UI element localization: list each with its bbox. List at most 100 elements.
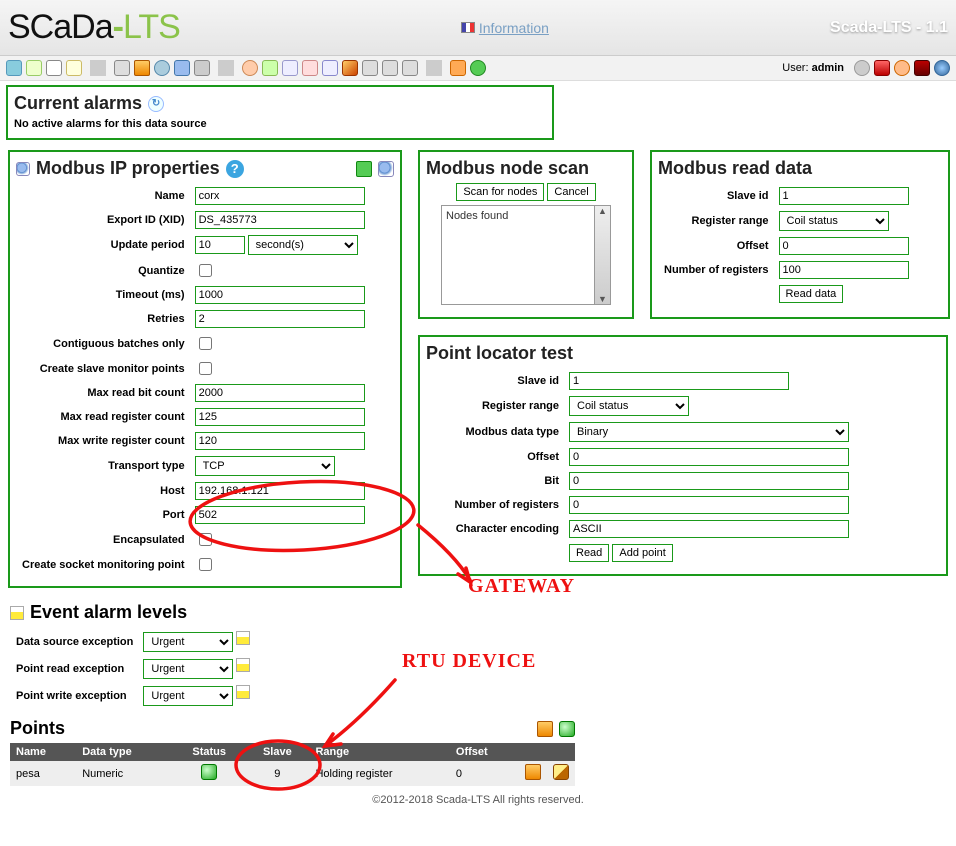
points-section: Points Name Data type Status Slave Range… (10, 718, 950, 786)
information-label: Information (479, 20, 549, 36)
exit-icon[interactable] (450, 60, 466, 76)
add-point-icon[interactable] (559, 721, 575, 737)
csmon-check[interactable] (199, 558, 212, 571)
points-title: Points (10, 718, 65, 739)
logout-icon[interactable] (914, 60, 930, 76)
refresh-icon[interactable] (470, 60, 486, 76)
pt-offset-input[interactable] (569, 448, 849, 466)
toolbar-left (6, 60, 486, 76)
footer-text: ©2012-2018 Scada-LTS All rights reserved… (0, 794, 956, 806)
pt-read-button[interactable]: Read (569, 544, 609, 562)
rd-nreg-input[interactable] (779, 261, 909, 279)
monitor-icon[interactable] (6, 60, 22, 76)
pt-enc-input[interactable] (569, 520, 849, 538)
csmp-check[interactable] (199, 362, 212, 375)
mwreg-label: Max write register count (18, 430, 189, 452)
gear-icon[interactable] (114, 60, 130, 76)
mrreg-input[interactable] (195, 408, 365, 426)
alarms-message: No active alarms for this data source (14, 118, 546, 130)
host-input[interactable] (195, 482, 365, 500)
pt-range-select[interactable]: Coil status (569, 396, 689, 416)
retries-input[interactable] (195, 310, 365, 328)
image-icon[interactable] (26, 60, 42, 76)
pt-slave-input[interactable] (569, 372, 789, 390)
rd-range-select[interactable]: Coil status (779, 211, 889, 231)
rd-slave-input[interactable] (779, 187, 909, 205)
pt-slave-label: Slave id (428, 370, 563, 392)
refresh-alarms-icon[interactable]: ↻ (148, 96, 164, 112)
pt-range-label: Register range (428, 394, 563, 418)
clock-icon[interactable] (154, 60, 170, 76)
flag-icon (236, 685, 250, 699)
nodes-found-text: Nodes found (442, 206, 594, 304)
pt-add-button[interactable]: Add point (612, 544, 672, 562)
col-name: Name (10, 743, 76, 761)
period-unit-select[interactable]: second(s) (248, 235, 358, 255)
xid-input[interactable] (195, 211, 365, 229)
ttype-select[interactable]: TCP (195, 456, 335, 476)
quantize-check[interactable] (199, 264, 212, 277)
disk-save-icon[interactable] (378, 161, 394, 177)
encap-check[interactable] (199, 533, 212, 546)
host-label: Host (18, 480, 189, 502)
form-icon[interactable] (402, 60, 418, 76)
row-copy-icon[interactable] (525, 764, 541, 780)
pt-bit-input[interactable] (569, 472, 849, 490)
profile-icon[interactable] (894, 60, 910, 76)
name-input[interactable] (195, 187, 365, 205)
flag-icon (461, 22, 475, 33)
report-icon[interactable] (382, 60, 398, 76)
node-scan-panel: Modbus node scan Scan for nodes Cancel N… (418, 150, 634, 319)
dse-select[interactable]: Urgent (143, 632, 233, 652)
col-range: Range (309, 743, 449, 761)
scan-nodes-button[interactable]: Scan for nodes (456, 183, 544, 201)
antenna-icon[interactable] (322, 60, 338, 76)
user-icon[interactable] (242, 60, 258, 76)
pt-enc-label: Character encoding (428, 518, 563, 540)
point-locator-panel: Point locator test Slave id Register ran… (418, 335, 948, 576)
timeout-input[interactable] (195, 286, 365, 304)
device-icon[interactable] (194, 60, 210, 76)
flag-icon (10, 606, 24, 620)
csmon-label: Create socket monitoring point (18, 553, 189, 576)
list-icon[interactable] (362, 60, 378, 76)
database-icon[interactable] (134, 60, 150, 76)
globe-icon[interactable] (934, 60, 950, 76)
dse-label: Data source exception (12, 629, 137, 654)
pt-nreg-input[interactable] (569, 496, 849, 514)
table-row[interactable]: pesa Numeric 9 Holding register 0 (10, 761, 575, 786)
port-input[interactable] (195, 506, 365, 524)
save-mini-icon[interactable] (16, 162, 30, 176)
mwreg-input[interactable] (195, 432, 365, 450)
flag-small-icon[interactable] (46, 60, 62, 76)
enable-icon[interactable] (356, 161, 372, 177)
information-link[interactable]: Information (461, 20, 549, 36)
home-red-icon[interactable] (874, 60, 890, 76)
modbus-form: Name Export ID (XID) Update period secon… (16, 183, 371, 578)
status-active-icon[interactable] (201, 764, 217, 780)
envelope-icon[interactable] (302, 60, 318, 76)
rd-offset-input[interactable] (779, 237, 909, 255)
doc-icon[interactable] (66, 60, 82, 76)
cancel-scan-button[interactable]: Cancel (547, 183, 595, 201)
user-add-icon[interactable] (262, 60, 278, 76)
logo-text-pre: SCaDa (8, 8, 113, 46)
mrbit-input[interactable] (195, 384, 365, 402)
doc2-icon[interactable] (282, 60, 298, 76)
row-edit-icon[interactable] (553, 764, 569, 780)
settings-icon[interactable] (854, 60, 870, 76)
period-label: Update period (18, 233, 189, 257)
export-icon[interactable] (537, 721, 553, 737)
period-input[interactable] (195, 236, 245, 254)
modbus-properties-panel: Modbus IP properties ? Name Export ID (X… (8, 150, 402, 588)
pt-dtype-select[interactable]: Binary (569, 422, 849, 442)
pre-select[interactable]: Urgent (143, 659, 233, 679)
pwe-select[interactable]: Urgent (143, 686, 233, 706)
help-icon[interactable]: ? (226, 160, 244, 178)
nodes-listbox[interactable]: Nodes found ▲▼ (441, 205, 611, 305)
hammer-icon[interactable] (342, 60, 358, 76)
cbatches-check[interactable] (199, 337, 212, 350)
modbus-props-title: Modbus IP properties (36, 158, 220, 179)
read-data-button[interactable]: Read data (779, 285, 844, 303)
tool-icon[interactable] (174, 60, 190, 76)
